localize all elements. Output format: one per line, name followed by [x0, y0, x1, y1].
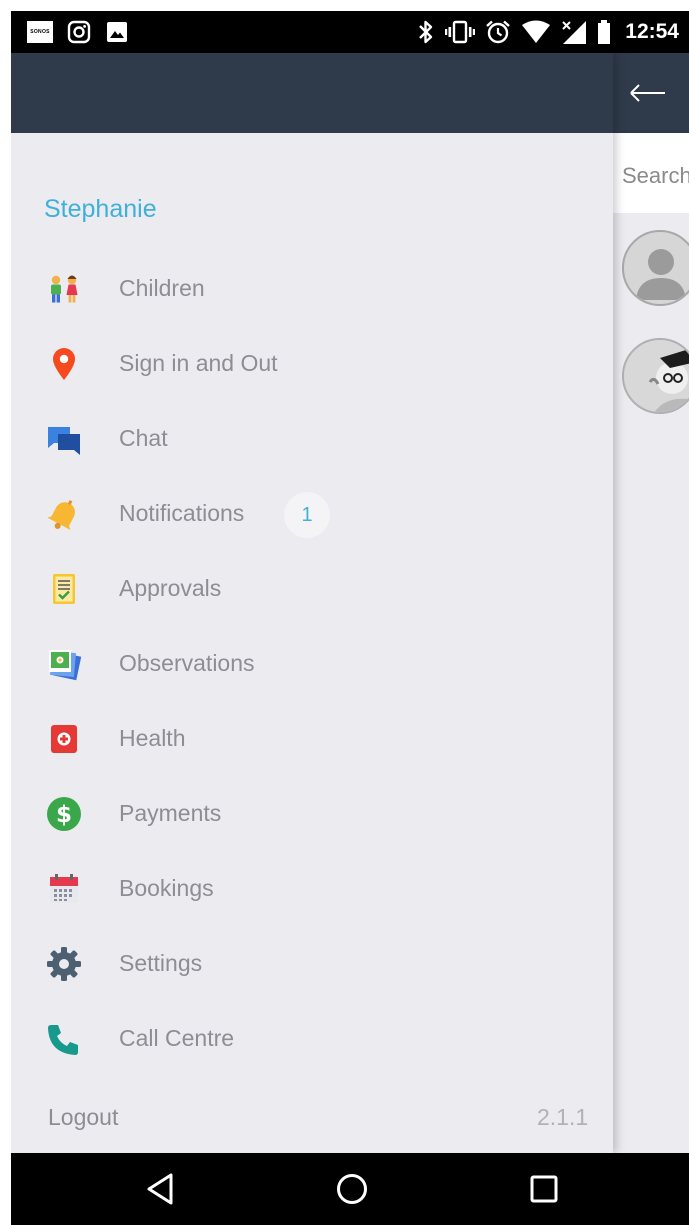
menu-item-label: Observations: [119, 650, 255, 676]
notifications-count-badge: 1: [284, 492, 330, 538]
chat-icon: [48, 427, 80, 455]
back-arrow-icon[interactable]: [627, 75, 667, 111]
avatar-placeholder[interactable]: [622, 230, 689, 306]
children-icon: [51, 275, 78, 303]
approvals-icon: [53, 574, 75, 604]
menu-item-label: Notifications: [119, 500, 245, 526]
menu-item-label: Settings: [119, 950, 203, 976]
menu-item-label: Payments: [119, 800, 222, 826]
gear-icon: [47, 947, 81, 981]
menu-item-observations[interactable]: Observations: [11, 634, 613, 694]
search-placeholder: Search: [622, 163, 689, 188]
menu-item-health[interactable]: Health: [11, 709, 613, 769]
navigation-drawer: Stephanie Children Sign in and Out Chat …: [11, 53, 613, 1153]
home-circle-icon[interactable]: [332, 1169, 372, 1209]
calendar-icon: [50, 874, 78, 903]
menu-item-label: Chat: [119, 425, 168, 451]
user-name: Stephanie: [44, 195, 157, 223]
menu-item-notifications[interactable]: Notifications 1: [11, 484, 613, 544]
svg-text:$: $: [56, 802, 72, 828]
location-pin-icon: [53, 348, 75, 380]
dollar-icon: $: [47, 797, 81, 831]
menu-item-label: Call Centre: [119, 1025, 235, 1051]
alarm-icon: [486, 20, 511, 44]
sonos-icon: SONOS: [27, 21, 53, 43]
observations-icon: [49, 650, 82, 681]
vibrate-icon: [445, 20, 476, 44]
menu-item-label: Health: [119, 725, 186, 751]
menu-item-label: Approvals: [119, 575, 222, 601]
recents-square-icon[interactable]: [524, 1169, 564, 1209]
menu-item-bookings[interactable]: Bookings: [11, 859, 613, 919]
search-field[interactable]: Search: [613, 133, 689, 213]
app-version: 2.1.1: [537, 1104, 589, 1130]
menu-item-settings[interactable]: Settings: [11, 934, 613, 994]
status-time: 12:54: [625, 20, 679, 43]
gallery-icon: [107, 22, 127, 42]
main-app-bar: [613, 53, 689, 133]
menu-item-call-centre[interactable]: Call Centre: [11, 1009, 613, 1069]
bluetooth-icon: [419, 20, 433, 44]
person-silhouette-icon: [636, 249, 686, 300]
menu-item-sign-in-out[interactable]: Sign in and Out: [11, 334, 613, 394]
phone-icon: [48, 1025, 78, 1055]
menu-item-payments[interactable]: $ Payments: [11, 784, 613, 844]
instagram-icon: [67, 20, 91, 44]
phone-screen: SONOS 12:54 Search Stephanie Children Si…: [11, 11, 689, 1225]
status-bar: SONOS 12:54: [11, 11, 689, 53]
menu-item-approvals[interactable]: Approvals: [11, 559, 613, 619]
system-navigation-bar: [11, 1153, 689, 1225]
menu-item-chat[interactable]: Chat: [11, 409, 613, 469]
battery-icon: [598, 20, 611, 44]
drawer-header: [11, 53, 613, 133]
menu-item-children[interactable]: Children: [11, 259, 613, 319]
signal-icon: [562, 21, 587, 44]
health-icon: [51, 725, 77, 753]
back-triangle-icon[interactable]: [141, 1169, 181, 1209]
bell-icon: [47, 500, 75, 530]
avatar-photo[interactable]: [622, 338, 689, 414]
menu-item-label: Bookings: [119, 875, 214, 901]
menu-item-label: Children: [119, 275, 205, 301]
wifi-icon: [522, 20, 551, 43]
child-graduate-image: [624, 340, 689, 412]
menu-item-label: Sign in and Out: [119, 350, 278, 376]
main-content-panel: Search: [613, 53, 689, 1153]
logout-link[interactable]: Logout: [48, 1104, 118, 1131]
